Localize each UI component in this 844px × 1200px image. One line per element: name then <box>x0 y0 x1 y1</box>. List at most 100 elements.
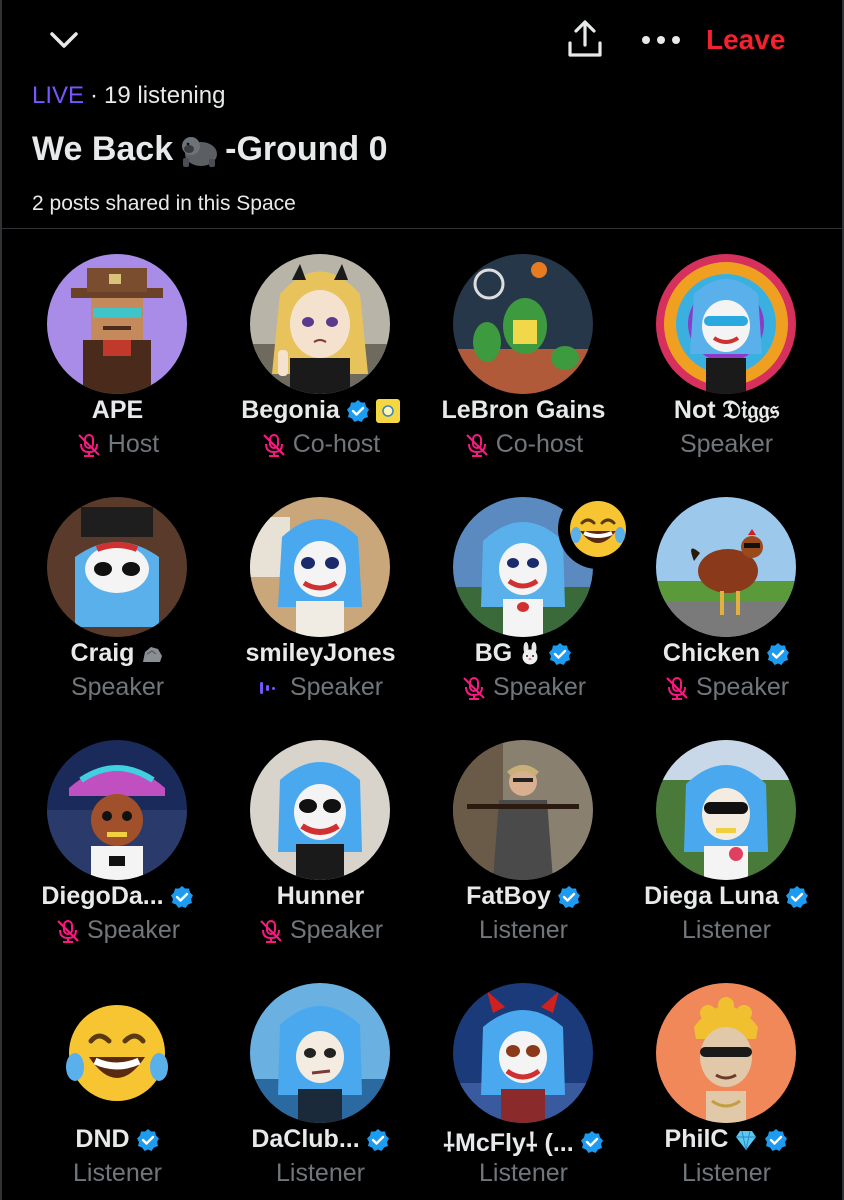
bucket-hat-avatar <box>47 740 187 880</box>
man-rifle-avatar <box>453 740 593 880</box>
participant-name: FatBoy <box>466 882 551 910</box>
space-sheet: Leave LIVE · 19 listening We Back -Ground … <box>0 0 844 1200</box>
verified-badge-icon <box>346 399 369 422</box>
live-label: LIVE <box>32 82 85 109</box>
participant-role-row: Listener <box>625 1159 828 1188</box>
participant-role: Speaker <box>289 673 384 701</box>
participant-role: Host <box>107 430 160 458</box>
participant-name-row: FatBoy <box>422 882 625 911</box>
participant-role-row: Listener <box>16 1159 219 1188</box>
participant-role: Listener <box>73 1159 162 1187</box>
avatar[interactable] <box>47 740 187 880</box>
participant-name-row: Craig <box>16 639 219 668</box>
participant-name: BG <box>474 639 513 667</box>
space-title-part1: We Back <box>32 130 174 168</box>
verified-badge-icon <box>136 1128 159 1151</box>
chevron-down-icon[interactable] <box>44 20 84 60</box>
diamond-emoji-icon <box>736 1130 757 1150</box>
avatar[interactable] <box>453 740 593 880</box>
participant-tile[interactable]: ⸸McFly⸸ (... Listener <box>422 983 625 1200</box>
masked-clown-avatar <box>47 497 187 637</box>
shared-posts-link[interactable]: 2 posts shared in this Space <box>32 192 296 216</box>
mic-muted-icon <box>260 919 282 943</box>
participant-name-row: ⸸McFly⸸ (... <box>422 1125 625 1159</box>
participant-role: Listener <box>479 1159 568 1187</box>
participant-role: Speaker <box>86 916 181 944</box>
participant-tile[interactable]: Hunner Speaker <box>219 740 422 970</box>
participant-role: Co-host <box>495 430 584 458</box>
participant-role-row: Speaker <box>16 673 219 702</box>
avatar[interactable] <box>656 740 796 880</box>
participant-role: Speaker <box>492 673 587 701</box>
participant-tile[interactable]: Craig Speaker <box>16 497 219 727</box>
clown-shades-avatar <box>250 740 390 880</box>
participant-role: Speaker <box>679 430 774 458</box>
participant-tile[interactable]: FatBoy Listener <box>422 740 625 970</box>
sun-badge-icon <box>375 398 400 423</box>
participant-name-row: Not 𝔇𝔦𝔤𝔤𝔰 <box>625 396 828 425</box>
participant-name-row: DND <box>16 1125 219 1154</box>
status-separator: · <box>90 82 99 109</box>
participant-role-row: Host <box>16 430 219 459</box>
participant-tile[interactable]: Diega Luna Listener <box>625 740 828 970</box>
participant-name: DaClub... <box>251 1125 360 1153</box>
participant-name-row: Chicken <box>625 639 828 668</box>
clown-blue-hair-avatar <box>250 497 390 637</box>
participant-name: ⸸McFly⸸ (... <box>443 1129 574 1157</box>
mic-muted-icon <box>262 433 285 457</box>
gorilla-emoji-icon <box>182 136 218 167</box>
participant-role: Listener <box>276 1159 365 1187</box>
participant-name: Not 𝔇𝔦𝔤𝔤𝔰 <box>673 396 780 424</box>
avatar[interactable] <box>47 254 187 394</box>
participant-role-row: Speaker <box>625 430 828 459</box>
avatar[interactable] <box>656 983 796 1123</box>
participant-tile[interactable]: APE Host <box>16 254 219 484</box>
verified-badge-icon <box>366 1128 389 1151</box>
participant-name: DiegoDa... <box>41 882 164 910</box>
participant-role-row: Speaker <box>422 673 625 702</box>
mic-muted-icon <box>78 433 100 457</box>
avatar[interactable] <box>47 497 187 637</box>
mic-muted-icon <box>666 676 688 700</box>
avatar[interactable] <box>453 254 593 394</box>
leave-button[interactable]: Leave <box>706 18 785 62</box>
avatar[interactable] <box>250 983 390 1123</box>
participant-tile[interactable]: DND Listener <box>16 983 219 1200</box>
blue-hair-beach-avatar <box>250 983 390 1123</box>
participant-tile[interactable]: BG Speaker <box>422 489 638 727</box>
participant-name: Diega Luna <box>644 882 779 910</box>
chicken-avatar <box>656 497 796 637</box>
participant-tile[interactable]: PhilC Listener <box>625 983 828 1200</box>
more-icon[interactable] <box>636 20 686 60</box>
verified-badge-icon <box>557 885 580 908</box>
share-icon[interactable] <box>562 16 608 62</box>
speaking-wave-icon <box>259 681 275 694</box>
avatar[interactable] <box>47 983 187 1123</box>
participant-tile[interactable]: Chicken Speaker <box>625 497 828 727</box>
avatar[interactable] <box>656 497 796 637</box>
avatar[interactable] <box>656 254 796 394</box>
participant-name-row: DiegoDa... <box>16 882 219 911</box>
participant-name-row: Diega Luna <box>625 882 828 911</box>
avatar[interactable] <box>453 983 593 1123</box>
participant-tile[interactable]: smileyJones Speaker <box>219 497 422 727</box>
participant-name-row: smileyJones <box>219 639 422 668</box>
participant-tile[interactable]: LeBron Gains Co-host <box>422 254 625 484</box>
avatar[interactable] <box>250 497 390 637</box>
basketball-frog-avatar <box>453 254 593 394</box>
tie-dye-clown-avatar <box>656 254 796 394</box>
participant-tile[interactable]: Begonia Co-host <box>219 254 422 484</box>
mic-muted-icon <box>465 433 488 457</box>
participant-tile[interactable]: DaClub... Listener <box>219 983 422 1200</box>
participant-role-row: Speaker <box>625 673 828 702</box>
participant-role: Speaker <box>289 916 384 944</box>
avatar[interactable] <box>250 254 390 394</box>
participant-tile[interactable]: DiegoDa... Speaker <box>16 740 219 970</box>
mic-muted-icon <box>463 676 485 700</box>
participant-name-row: Begonia <box>219 396 422 425</box>
participant-name: LeBron Gains <box>441 396 606 424</box>
participant-role-row: Co-host <box>422 430 625 459</box>
participant-tile[interactable]: Not 𝔇𝔦𝔤𝔤𝔰 Speaker <box>625 254 828 484</box>
participant-role: Co-host <box>292 430 381 458</box>
avatar[interactable] <box>250 740 390 880</box>
